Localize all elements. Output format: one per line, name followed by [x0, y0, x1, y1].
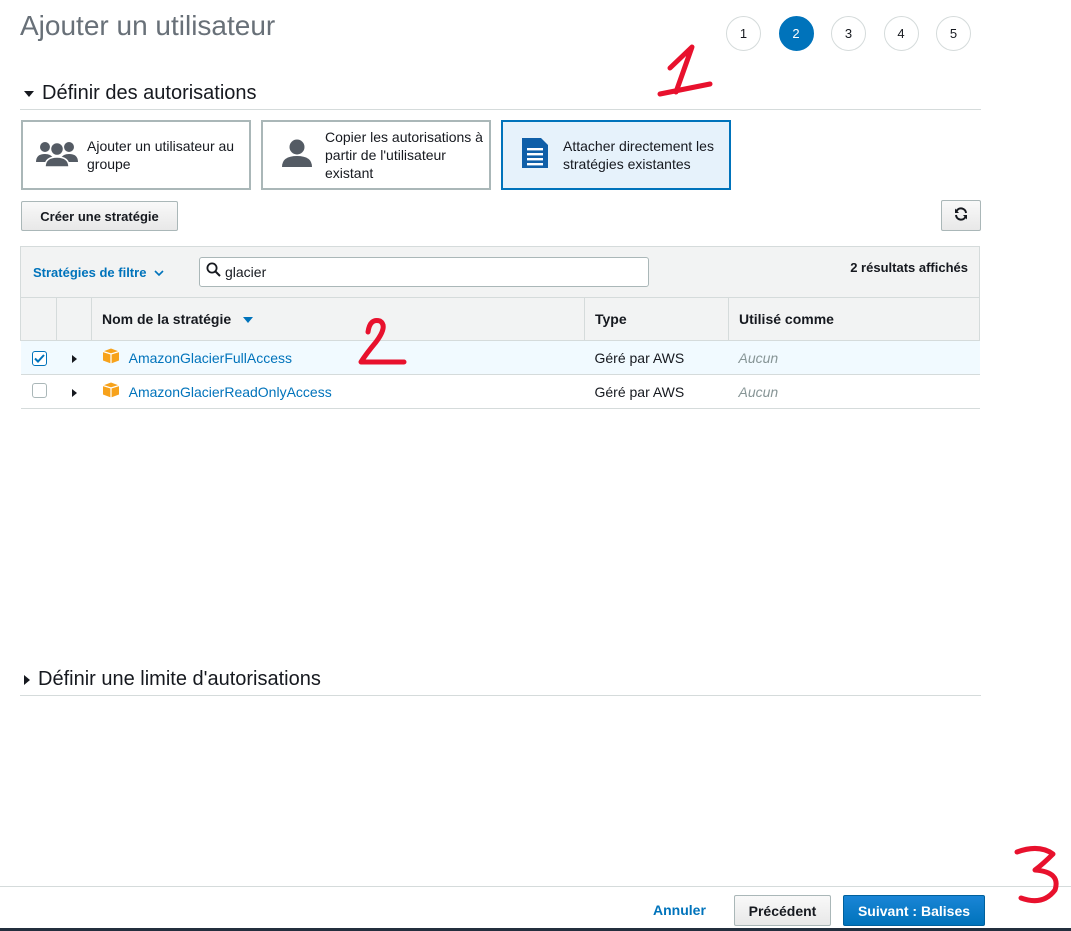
document-icon [519, 136, 551, 175]
filter-bar: Stratégies de filtre 2 résultats affiché… [20, 246, 980, 298]
sort-desc-icon [243, 317, 254, 324]
section-boundary-header[interactable]: Définir une limite d'autorisations [20, 668, 981, 696]
step-5[interactable]: 5 [936, 16, 971, 51]
wizard-footer: Annuler Précédent Suivant : Balises [0, 886, 1071, 931]
caret-right-icon [24, 674, 30, 685]
annotation-mark-1 [657, 44, 713, 97]
refresh-icon [954, 207, 968, 224]
expand-column-header [56, 297, 92, 341]
annotation-mark-3 [1014, 846, 1059, 904]
option-add-to-group-label: Ajouter un utilisateur au groupe [87, 138, 235, 172]
table-row[interactable]: AmazonGlacierReadOnlyAccess Géré par AWS… [20, 374, 980, 409]
row-expand-cell [56, 374, 92, 409]
column-header-name-label: Nom de la stratégie [102, 311, 232, 327]
table-header-row: Nom de la stratégie Type Utilisé comme [20, 297, 980, 341]
column-header-name[interactable]: Nom de la stratégie [91, 297, 585, 341]
users-group-icon [35, 138, 79, 173]
results-count: 2 résultats affichés [850, 260, 968, 275]
policy-name-link[interactable]: AmazonGlacierFullAccess [129, 350, 292, 366]
filter-policies-label: Stratégies de filtre [33, 265, 147, 280]
step-1[interactable]: 1 [726, 16, 761, 51]
step-3[interactable]: 3 [831, 16, 866, 51]
policy-box-icon [102, 382, 120, 401]
checkmark-icon [33, 353, 45, 363]
user-icon [281, 138, 313, 173]
policy-type-cell: Géré par AWS [584, 340, 729, 375]
row-checkbox-checked[interactable] [31, 350, 47, 366]
refresh-button[interactable] [941, 200, 981, 231]
select-column-header [20, 297, 57, 341]
cancel-button[interactable]: Annuler [653, 902, 706, 918]
table-row[interactable]: AmazonGlacierFullAccess Géré par AWS Auc… [20, 340, 980, 375]
option-add-to-group[interactable]: Ajouter un utilisateur au groupe [21, 120, 251, 190]
column-header-used-as[interactable]: Utilisé comme [728, 297, 980, 341]
section-permissions-header[interactable]: Définir des autorisations [20, 82, 981, 110]
policy-used-as-cell: Aucun [728, 340, 980, 375]
row-checkbox-cell [20, 374, 57, 409]
search-icon [206, 262, 221, 282]
search-input[interactable] [225, 264, 625, 280]
row-checkbox[interactable] [31, 382, 47, 398]
row-checkbox-cell [20, 340, 57, 375]
expand-caret-icon[interactable] [71, 388, 77, 397]
create-policy-button[interactable]: Créer une stratégie [21, 201, 178, 231]
previous-button[interactable]: Précédent [734, 895, 831, 926]
option-attach-policies[interactable]: Attacher directement les stratégies exis… [501, 120, 731, 190]
policy-name-link[interactable]: AmazonGlacierReadOnlyAccess [129, 384, 332, 400]
step-4[interactable]: 4 [883, 16, 919, 51]
step-indicator: 1 2 3 4 5 [726, 16, 989, 51]
search-box[interactable] [199, 257, 649, 287]
annotation-mark-2 [358, 318, 407, 365]
option-attach-policies-label: Attacher directement les stratégies exis… [563, 138, 714, 172]
section-permissions-title: Définir des autorisations [42, 82, 257, 104]
expand-caret-icon[interactable] [71, 354, 77, 363]
filter-policies-dropdown[interactable]: Stratégies de filtre [33, 265, 165, 280]
next-button[interactable]: Suivant : Balises [843, 895, 985, 926]
option-copy-permissions[interactable]: Copier les autorisations à partir de l'u… [261, 120, 491, 190]
chevron-down-icon [154, 265, 165, 280]
policy-type-cell: Géré par AWS [584, 374, 729, 409]
caret-down-icon [24, 90, 34, 97]
section-boundary-title: Définir une limite d'autorisations [38, 668, 321, 690]
row-expand-cell [56, 340, 92, 375]
policy-name-cell: AmazonGlacierReadOnlyAccess [91, 374, 585, 409]
policies-table: Nom de la stratégie Type Utilisé comme A… [20, 297, 980, 409]
page-title: Ajouter un utilisateur [20, 10, 276, 41]
column-header-type[interactable]: Type [584, 297, 729, 341]
step-2-active[interactable]: 2 [778, 16, 814, 51]
policy-used-as-cell: Aucun [728, 374, 980, 409]
policy-box-icon [102, 348, 120, 367]
option-copy-permissions-label: Copier les autorisations à partir de l'u… [325, 129, 483, 181]
policy-name-cell: AmazonGlacierFullAccess [91, 340, 585, 375]
